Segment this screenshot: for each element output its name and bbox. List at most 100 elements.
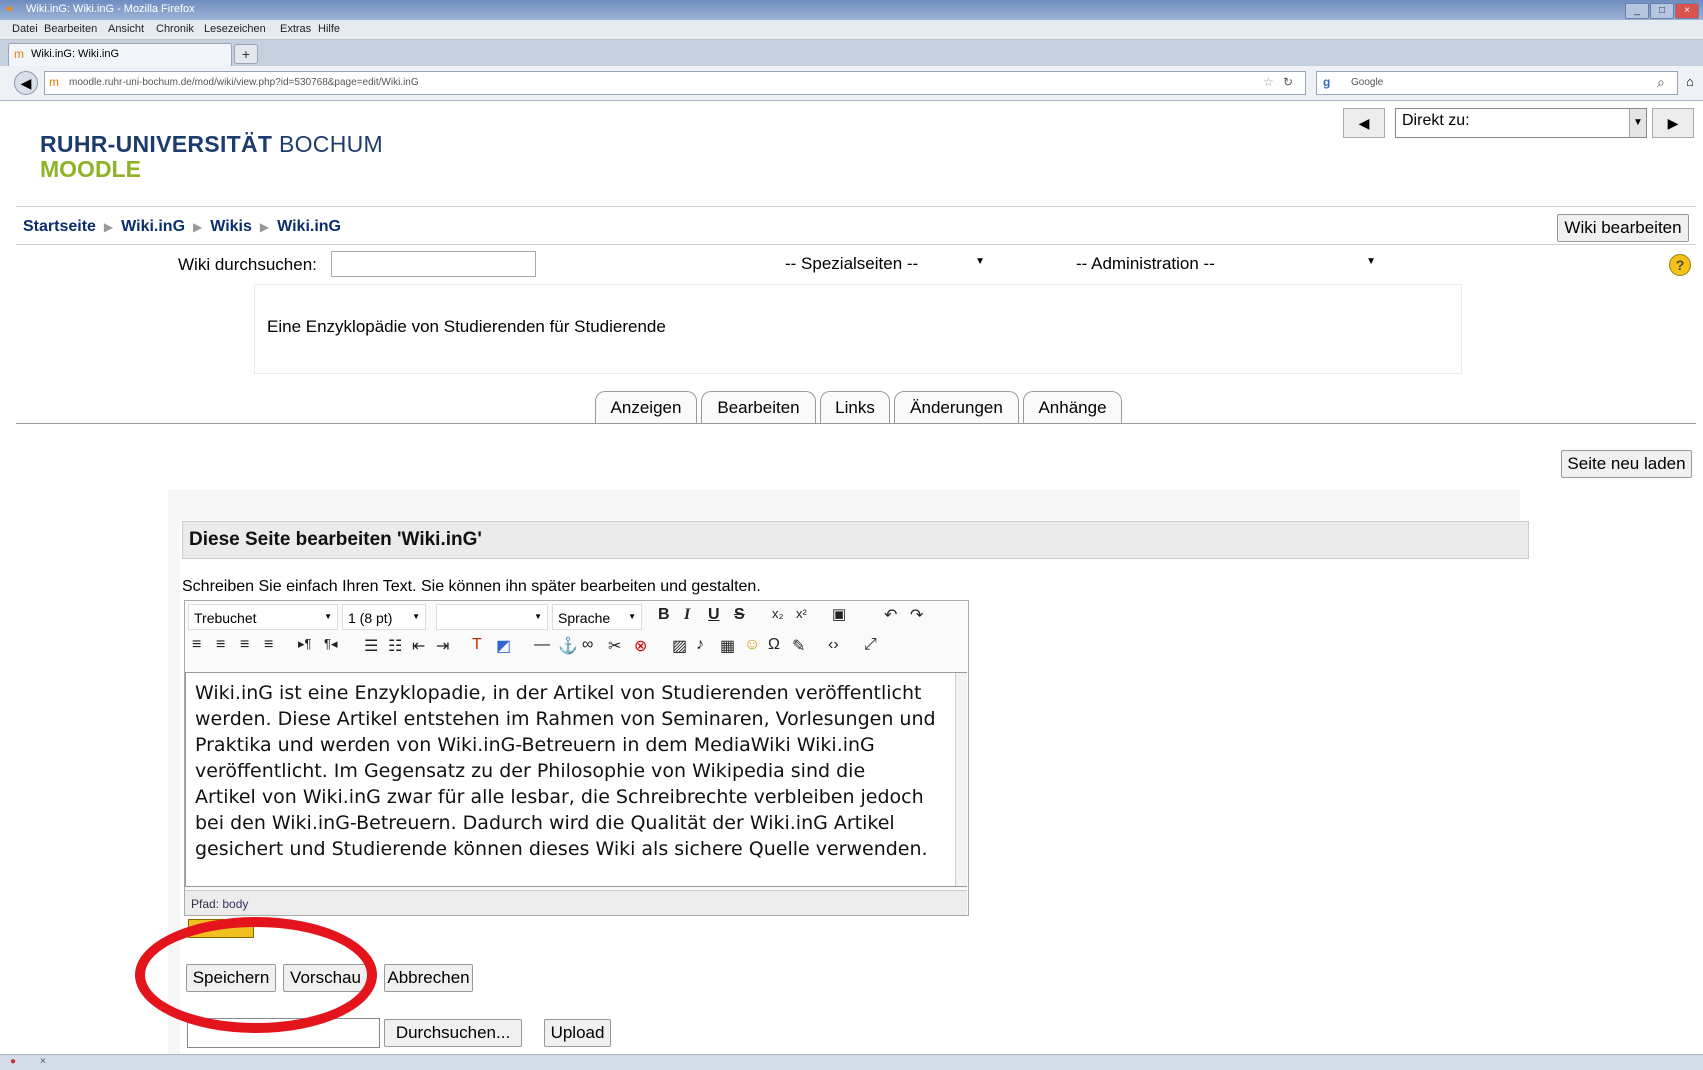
special-char-icon[interactable]: Ω	[768, 636, 780, 654]
breadcrumb-wikis[interactable]: Wikis	[210, 218, 252, 235]
chevron-down-icon: ▼	[1366, 256, 1376, 267]
window-titlebar: ● Wiki.inG: Wiki.inG - Mozilla Firefox _…	[0, 0, 1703, 20]
special-pages-select[interactable]: -- Spezialseiten -- ▼	[785, 254, 985, 278]
maximize-button[interactable]: □	[1650, 3, 1674, 19]
align-center-icon[interactable]: ≡	[216, 636, 225, 654]
help-icon[interactable]: ?	[1669, 254, 1691, 276]
rtl-icon[interactable]: ¶◂	[324, 636, 338, 652]
upload-button[interactable]: Upload	[544, 1019, 611, 1047]
html-source-icon[interactable]: ‹›	[828, 636, 839, 654]
firefox-icon: ●	[6, 3, 13, 15]
horizontal-rule-icon[interactable]: —	[534, 636, 550, 654]
align-left-icon[interactable]: ≡	[192, 636, 201, 654]
image-icon[interactable]: ▨	[672, 636, 687, 656]
menu-tools[interactable]: Extras	[280, 23, 311, 35]
tab-bearbeiten[interactable]: Bearbeiten	[701, 391, 816, 423]
minimize-button[interactable]: _	[1625, 3, 1649, 19]
jump-previous-button[interactable]: ◀	[1343, 108, 1385, 138]
cancel-button[interactable]: Abbrechen	[384, 964, 473, 992]
font-select[interactable]: Trebuchet ▼	[188, 604, 338, 630]
highlight-circle	[135, 917, 377, 1033]
close-window-button[interactable]: ×	[1675, 3, 1699, 19]
path-body-link[interactable]: body	[222, 897, 248, 911]
language-select[interactable]: Sprache ▼	[552, 604, 642, 630]
addon-icon[interactable]: ●	[10, 1056, 16, 1067]
subscript-icon[interactable]: x₂	[772, 606, 784, 621]
redo-icon[interactable]: ↷	[910, 605, 923, 625]
search-icon[interactable]: ⌕	[1657, 74, 1665, 91]
jump-to-select[interactable]: Direkt zu: ▼	[1395, 108, 1647, 138]
menu-file[interactable]: Datei	[12, 23, 38, 35]
table-icon[interactable]: ▦	[720, 636, 735, 656]
strikethrough-icon[interactable]: S	[734, 606, 745, 624]
browser-status-bar: ● ×	[0, 1054, 1703, 1070]
background-color-icon[interactable]: ◩	[496, 636, 511, 656]
justify-icon[interactable]: ≡	[264, 636, 273, 654]
wiki-edit-button[interactable]: Wiki bearbeiten	[1557, 214, 1689, 242]
home-icon[interactable]: ⌂	[1686, 74, 1694, 89]
menu-bar: Datei Bearbeiten Ansicht Chronik Lesezei…	[0, 20, 1703, 40]
new-tab-button[interactable]: +	[234, 44, 258, 64]
menu-bookmarks[interactable]: Lesezeichen	[204, 23, 266, 35]
font-size-select[interactable]: 1 (8 pt) ▼	[342, 604, 426, 630]
divider	[16, 244, 1696, 245]
align-right-icon[interactable]: ≡	[240, 636, 249, 654]
url-bar[interactable]: m moodle.ruhr-uni-bochum.de/mod/wiki/vie…	[44, 71, 1306, 95]
reload-icon[interactable]: ↻	[1283, 75, 1293, 89]
menu-edit[interactable]: Bearbeiten	[44, 23, 97, 35]
format-select[interactable]: ▼	[436, 604, 548, 630]
smiley-icon[interactable]: ☺	[744, 636, 760, 654]
underline-icon[interactable]: U	[708, 606, 720, 624]
path-label: Pfad:	[191, 897, 220, 911]
tab-anhaenge[interactable]: Anhänge	[1023, 391, 1122, 423]
font-value: Trebuchet	[194, 610, 257, 626]
editor-line: Artikel von Wiki.inG zwar für alle lesba…	[195, 786, 924, 808]
text-color-icon[interactable]: T	[472, 636, 482, 654]
breadcrumb-course[interactable]: Wiki.inG	[121, 218, 185, 235]
administration-select[interactable]: -- Administration -- ▼	[1076, 254, 1376, 278]
link-icon[interactable]: ∞	[582, 636, 593, 654]
menu-history[interactable]: Chronik	[156, 23, 194, 35]
fullscreen-icon[interactable]: ⤢	[864, 636, 877, 654]
spellcheck-icon[interactable]: ✎	[792, 636, 805, 656]
editor-scrollbar[interactable]	[955, 673, 967, 886]
unordered-list-icon[interactable]: ☷	[388, 636, 402, 656]
chevron-down-icon: ▼	[534, 612, 542, 621]
browse-button[interactable]: Durchsuchen...	[384, 1019, 522, 1047]
jump-next-button[interactable]: ▶	[1652, 108, 1694, 138]
browser-tab-bar: m Wiki.inG: Wiki.inG +	[0, 40, 1703, 66]
bold-icon[interactable]: B	[658, 606, 670, 624]
google-icon: g	[1323, 75, 1331, 89]
outdent-icon[interactable]: ⇤	[412, 636, 425, 656]
tab-aenderungen[interactable]: Änderungen	[894, 391, 1019, 423]
close-icon[interactable]: ×	[40, 1056, 46, 1067]
wiki-search-input[interactable]	[331, 251, 536, 277]
special-pages-value: -- Spezialseiten --	[785, 254, 919, 273]
paste-word-icon[interactable]: ▣	[832, 605, 846, 623]
ltr-icon[interactable]: ▸¶	[298, 636, 312, 652]
page-title: Diese Seite bearbeiten 'Wiki.inG'	[189, 529, 482, 550]
superscript-icon[interactable]: x²	[796, 606, 807, 621]
browser-search-box[interactable]: g Google ⌕	[1316, 71, 1678, 95]
menu-help[interactable]: Hilfe	[318, 23, 340, 35]
undo-icon[interactable]: ↶	[884, 605, 897, 625]
editor-line: bei den Wiki.inG-Betreuern. Dadurch wird…	[195, 812, 895, 834]
bookmark-star-icon[interactable]: ☆	[1263, 75, 1274, 89]
breadcrumb-startseite[interactable]: Startseite	[23, 218, 96, 235]
logo-bold-text: RUHR-UNIVERSITÄT	[40, 131, 273, 157]
back-arrow-icon[interactable]: ◀	[14, 71, 38, 95]
tab-anzeigen[interactable]: Anzeigen	[595, 391, 697, 423]
media-icon[interactable]: ♪	[696, 636, 704, 654]
ordered-list-icon[interactable]: ☰	[364, 636, 378, 656]
indent-icon[interactable]: ⇥	[436, 636, 449, 656]
reload-page-button[interactable]: Seite neu laden	[1561, 450, 1692, 478]
window-title: Wiki.inG: Wiki.inG - Mozilla Firefox	[26, 3, 195, 15]
unlink-icon[interactable]: ✂	[608, 636, 621, 656]
menu-view[interactable]: Ansicht	[108, 23, 144, 35]
browser-tab[interactable]: m Wiki.inG: Wiki.inG	[8, 43, 232, 66]
tab-links[interactable]: Links	[820, 391, 890, 423]
italic-icon[interactable]: I	[684, 606, 690, 624]
chevron-down-icon: ▼	[975, 256, 985, 267]
anchor-icon[interactable]: ⚓	[558, 636, 578, 656]
nolink-icon[interactable]: ⊗	[634, 636, 647, 656]
